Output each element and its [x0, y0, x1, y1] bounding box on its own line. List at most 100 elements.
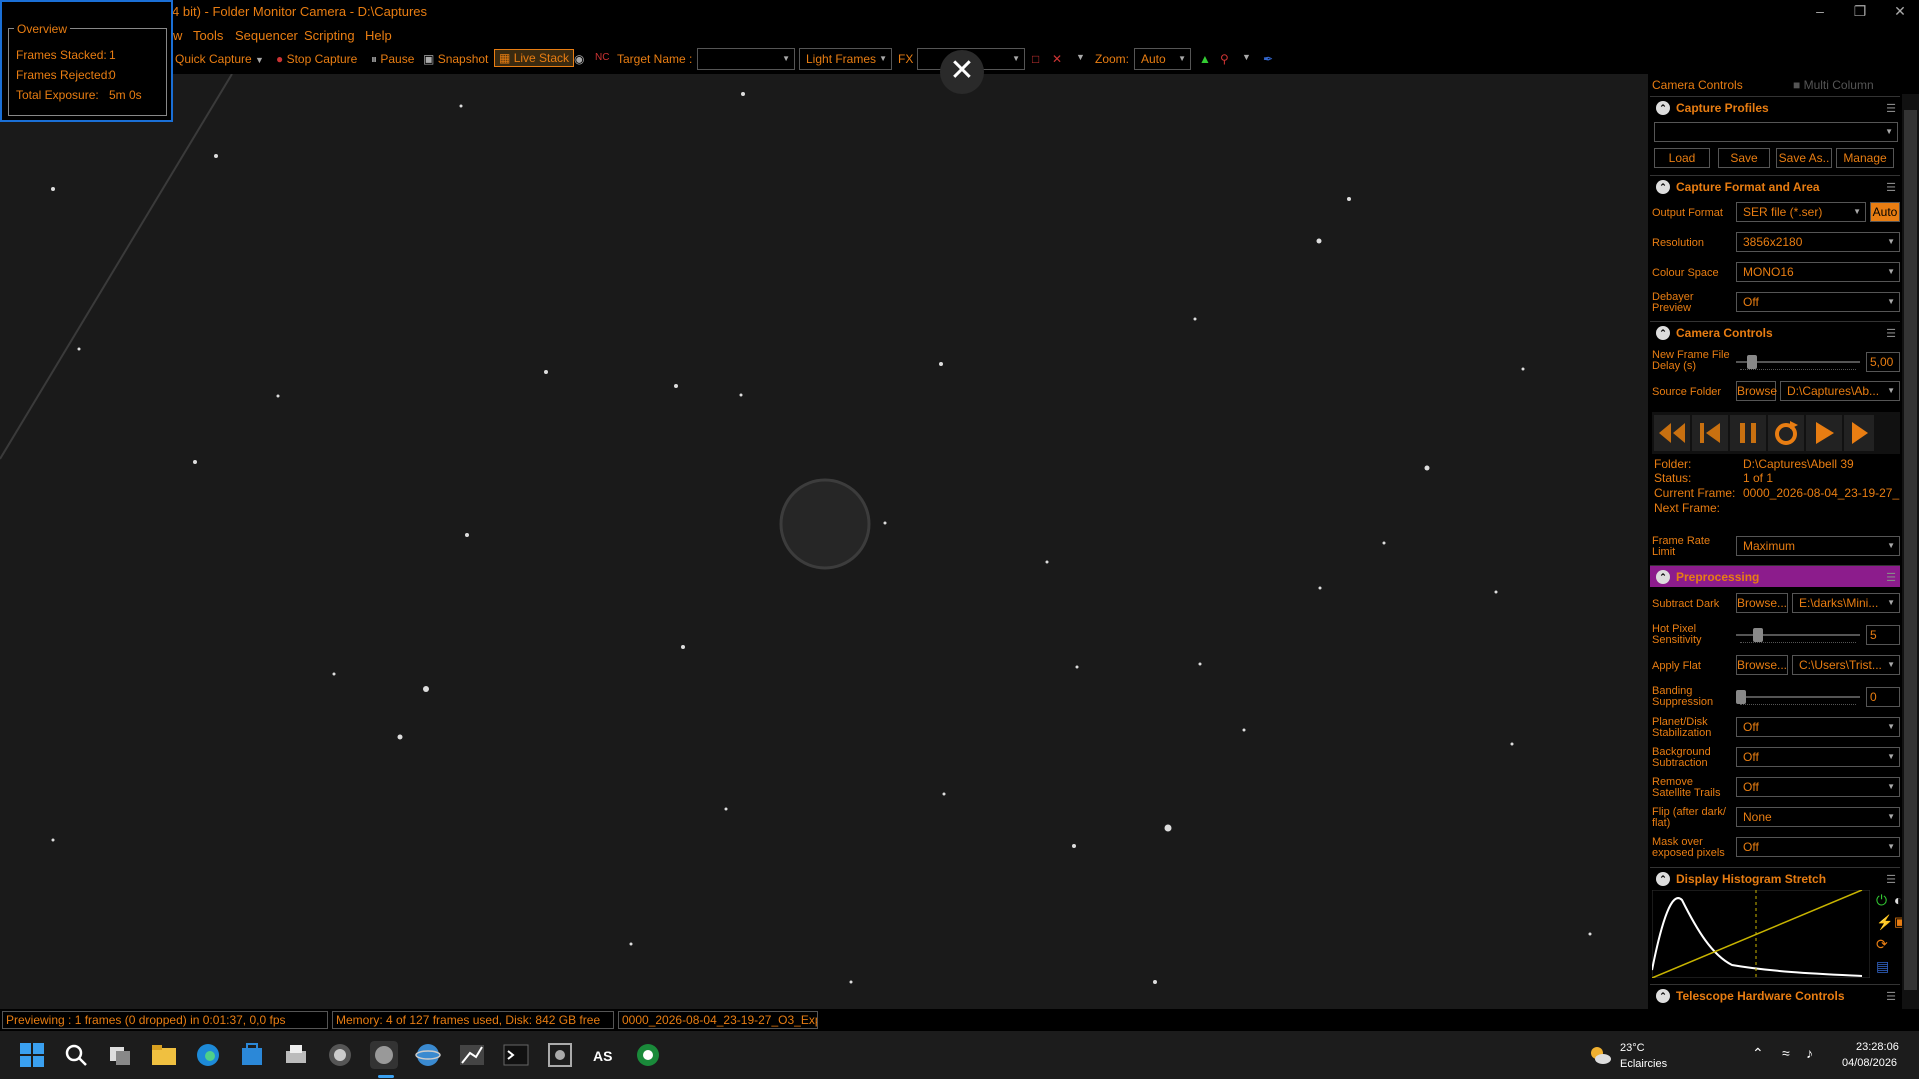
- store-icon[interactable]: [238, 1041, 266, 1069]
- satellite-select[interactable]: Off ▼: [1736, 777, 1900, 797]
- weather-icon[interactable]: [1588, 1043, 1612, 1067]
- section-histogram[interactable]: ⌃ Display Histogram Stretch ☰: [1650, 867, 1900, 889]
- section-capture-format[interactable]: ⌃ Capture Format and Area ☰: [1650, 175, 1900, 197]
- dark-select[interactable]: E:\darks\Mini... ▼: [1792, 593, 1900, 613]
- snapshot-button[interactable]: ▣ Snapshot: [423, 52, 488, 66]
- stop-capture-button[interactable]: ● Stop Capture: [276, 52, 357, 66]
- background-select[interactable]: Off ▼: [1736, 747, 1900, 767]
- save-button[interactable]: Save: [1718, 148, 1770, 168]
- play-icon[interactable]: [1806, 415, 1842, 451]
- file-explorer-icon[interactable]: [150, 1041, 178, 1069]
- preview-image[interactable]: [0, 74, 1648, 1009]
- section-camera-controls[interactable]: ⌃ Camera Controls ☰: [1650, 321, 1900, 343]
- close-overlay-button[interactable]: ✕: [940, 50, 984, 94]
- task-view-icon[interactable]: [106, 1041, 134, 1069]
- refresh-icon[interactable]: [1768, 415, 1804, 451]
- histogram-graph[interactable]: [1652, 890, 1870, 978]
- app-icon-4[interactable]: [458, 1041, 486, 1069]
- flat-select[interactable]: C:\Users\Trist... ▼: [1792, 655, 1900, 675]
- terminal-icon[interactable]: [502, 1041, 530, 1069]
- profile-select[interactable]: ▼: [1654, 122, 1898, 142]
- volume-icon[interactable]: ♪: [1806, 1045, 1813, 1061]
- record-icon[interactable]: ◉: [574, 52, 584, 66]
- colour-space-select[interactable]: MONO16 ▼: [1736, 262, 1900, 282]
- menu-view[interactable]: w: [173, 28, 182, 43]
- chevron-down-icon[interactable]: ▼: [1242, 52, 1251, 62]
- flip-select[interactable]: None ▼: [1736, 807, 1900, 827]
- load-button[interactable]: Load: [1654, 148, 1710, 168]
- hot-pixel-value[interactable]: 5: [1866, 625, 1900, 645]
- app-icon-3[interactable]: [414, 1041, 442, 1069]
- debayer-select[interactable]: Off ▼: [1736, 292, 1900, 312]
- windows-start-icon[interactable]: [18, 1041, 46, 1069]
- edge-icon[interactable]: [194, 1041, 222, 1069]
- magnifier-icon[interactable]: ⚲: [1220, 52, 1229, 66]
- power-icon[interactable]: ⏻: [1876, 892, 1887, 909]
- section-telescope[interactable]: ⌃ Telescope Hardware Controls ☰: [1650, 984, 1900, 1006]
- menu-help[interactable]: Help: [365, 28, 392, 43]
- quick-capture-button[interactable]: Quick Capture ▼: [175, 52, 264, 66]
- pause-button[interactable]: ⏸ Pause: [371, 52, 414, 67]
- nc-icon[interactable]: NC: [595, 52, 609, 63]
- browse-dark-button[interactable]: Browse...: [1736, 593, 1788, 613]
- skip-forward-icon[interactable]: [1844, 415, 1874, 451]
- roi-icon[interactable]: □: [1032, 52, 1039, 66]
- manage-button[interactable]: Manage: [1836, 148, 1894, 168]
- lightning-icon[interactable]: ⚡: [1876, 914, 1893, 931]
- skip-back-icon[interactable]: [1692, 415, 1728, 451]
- wifi-icon[interactable]: ≈: [1782, 1045, 1790, 1061]
- menu-bar: w Tools Sequencer Scripting Help: [0, 24, 1919, 46]
- browse-flat-button[interactable]: Browse...: [1736, 655, 1788, 675]
- collapse-icon: ⌃: [1656, 570, 1670, 584]
- crosshair-icon[interactable]: ✕: [1052, 52, 1062, 66]
- hot-pixel-label: Hot Pixel Sensitivity: [1652, 623, 1702, 646]
- zoom-select[interactable]: Auto ▼: [1134, 48, 1191, 70]
- current-frame-value: 0000_2026-08-04_23-19-27_: [1743, 486, 1900, 500]
- panel-scrollbar[interactable]: [1902, 94, 1919, 1009]
- close-icon[interactable]: ✕: [1880, 0, 1919, 24]
- banding-value[interactable]: 0: [1866, 687, 1900, 707]
- browse-source-button[interactable]: Browse: [1736, 381, 1777, 401]
- app-icon-6[interactable]: [546, 1041, 574, 1069]
- debayer-label: Debayer Preview: [1652, 291, 1694, 314]
- reset-icon[interactable]: ⟳: [1876, 936, 1888, 953]
- chevron-down-icon[interactable]: ▼: [1076, 52, 1085, 62]
- histogram-icon[interactable]: ▲: [1199, 52, 1211, 66]
- printer-icon[interactable]: [282, 1041, 310, 1069]
- mask-select[interactable]: Off ▼: [1736, 837, 1900, 857]
- save-icon[interactable]: ▤: [1876, 958, 1889, 975]
- section-preprocessing[interactable]: ⌃ Preprocessing ☰: [1650, 565, 1900, 587]
- nebula: [779, 478, 871, 570]
- rewind-icon[interactable]: [1654, 415, 1690, 451]
- chevron-up-icon[interactable]: ⌃: [1752, 1045, 1764, 1062]
- menu-tools[interactable]: Tools: [193, 28, 223, 43]
- section-capture-profiles[interactable]: ⌃ Capture Profiles ☰: [1650, 96, 1900, 118]
- source-folder-select[interactable]: D:\Captures\Ab... ▼: [1780, 381, 1900, 401]
- target-name-input[interactable]: ▼: [697, 48, 795, 70]
- planet-label: Planet/Disk Stabilization: [1652, 716, 1712, 739]
- auto-button[interactable]: Auto: [1870, 202, 1900, 222]
- feather-icon[interactable]: ✒: [1263, 52, 1273, 66]
- output-format-select[interactable]: SER file (*.ser) ▼: [1736, 202, 1866, 222]
- menu-scripting[interactable]: Scripting: [304, 28, 355, 43]
- pause-icon[interactable]: [1730, 415, 1766, 451]
- resolution-select[interactable]: 3856x2180 ▼: [1736, 232, 1900, 252]
- save-as-button[interactable]: Save As..: [1776, 148, 1832, 168]
- app-icon-8[interactable]: [634, 1041, 662, 1069]
- weather-temp: 23°C: [1620, 1042, 1645, 1054]
- frame-type-select[interactable]: Light Frames ▼: [799, 48, 892, 70]
- menu-sequencer[interactable]: Sequencer: [235, 28, 298, 43]
- minimize-icon[interactable]: –: [1800, 0, 1840, 24]
- sharpcap-icon[interactable]: [370, 1041, 398, 1069]
- app-icon-7[interactable]: AS: [590, 1041, 618, 1069]
- app-icon-1[interactable]: [326, 1041, 354, 1069]
- planet-select[interactable]: Off ▼: [1736, 717, 1900, 737]
- live-stack-button[interactable]: ▦ Live Stack: [494, 49, 575, 67]
- delay-value[interactable]: 5,00: [1866, 352, 1900, 372]
- multi-column-checkbox[interactable]: ■ Multi Column: [1793, 78, 1874, 92]
- restore-icon[interactable]: ❐: [1840, 0, 1880, 24]
- frame-rate-select[interactable]: Maximum ▼: [1736, 536, 1900, 556]
- banding-slider-track[interactable]: [1736, 696, 1860, 698]
- memory-status: Memory: 4 of 127 frames used, Disk: 842 …: [332, 1011, 614, 1029]
- search-icon[interactable]: [62, 1041, 90, 1069]
